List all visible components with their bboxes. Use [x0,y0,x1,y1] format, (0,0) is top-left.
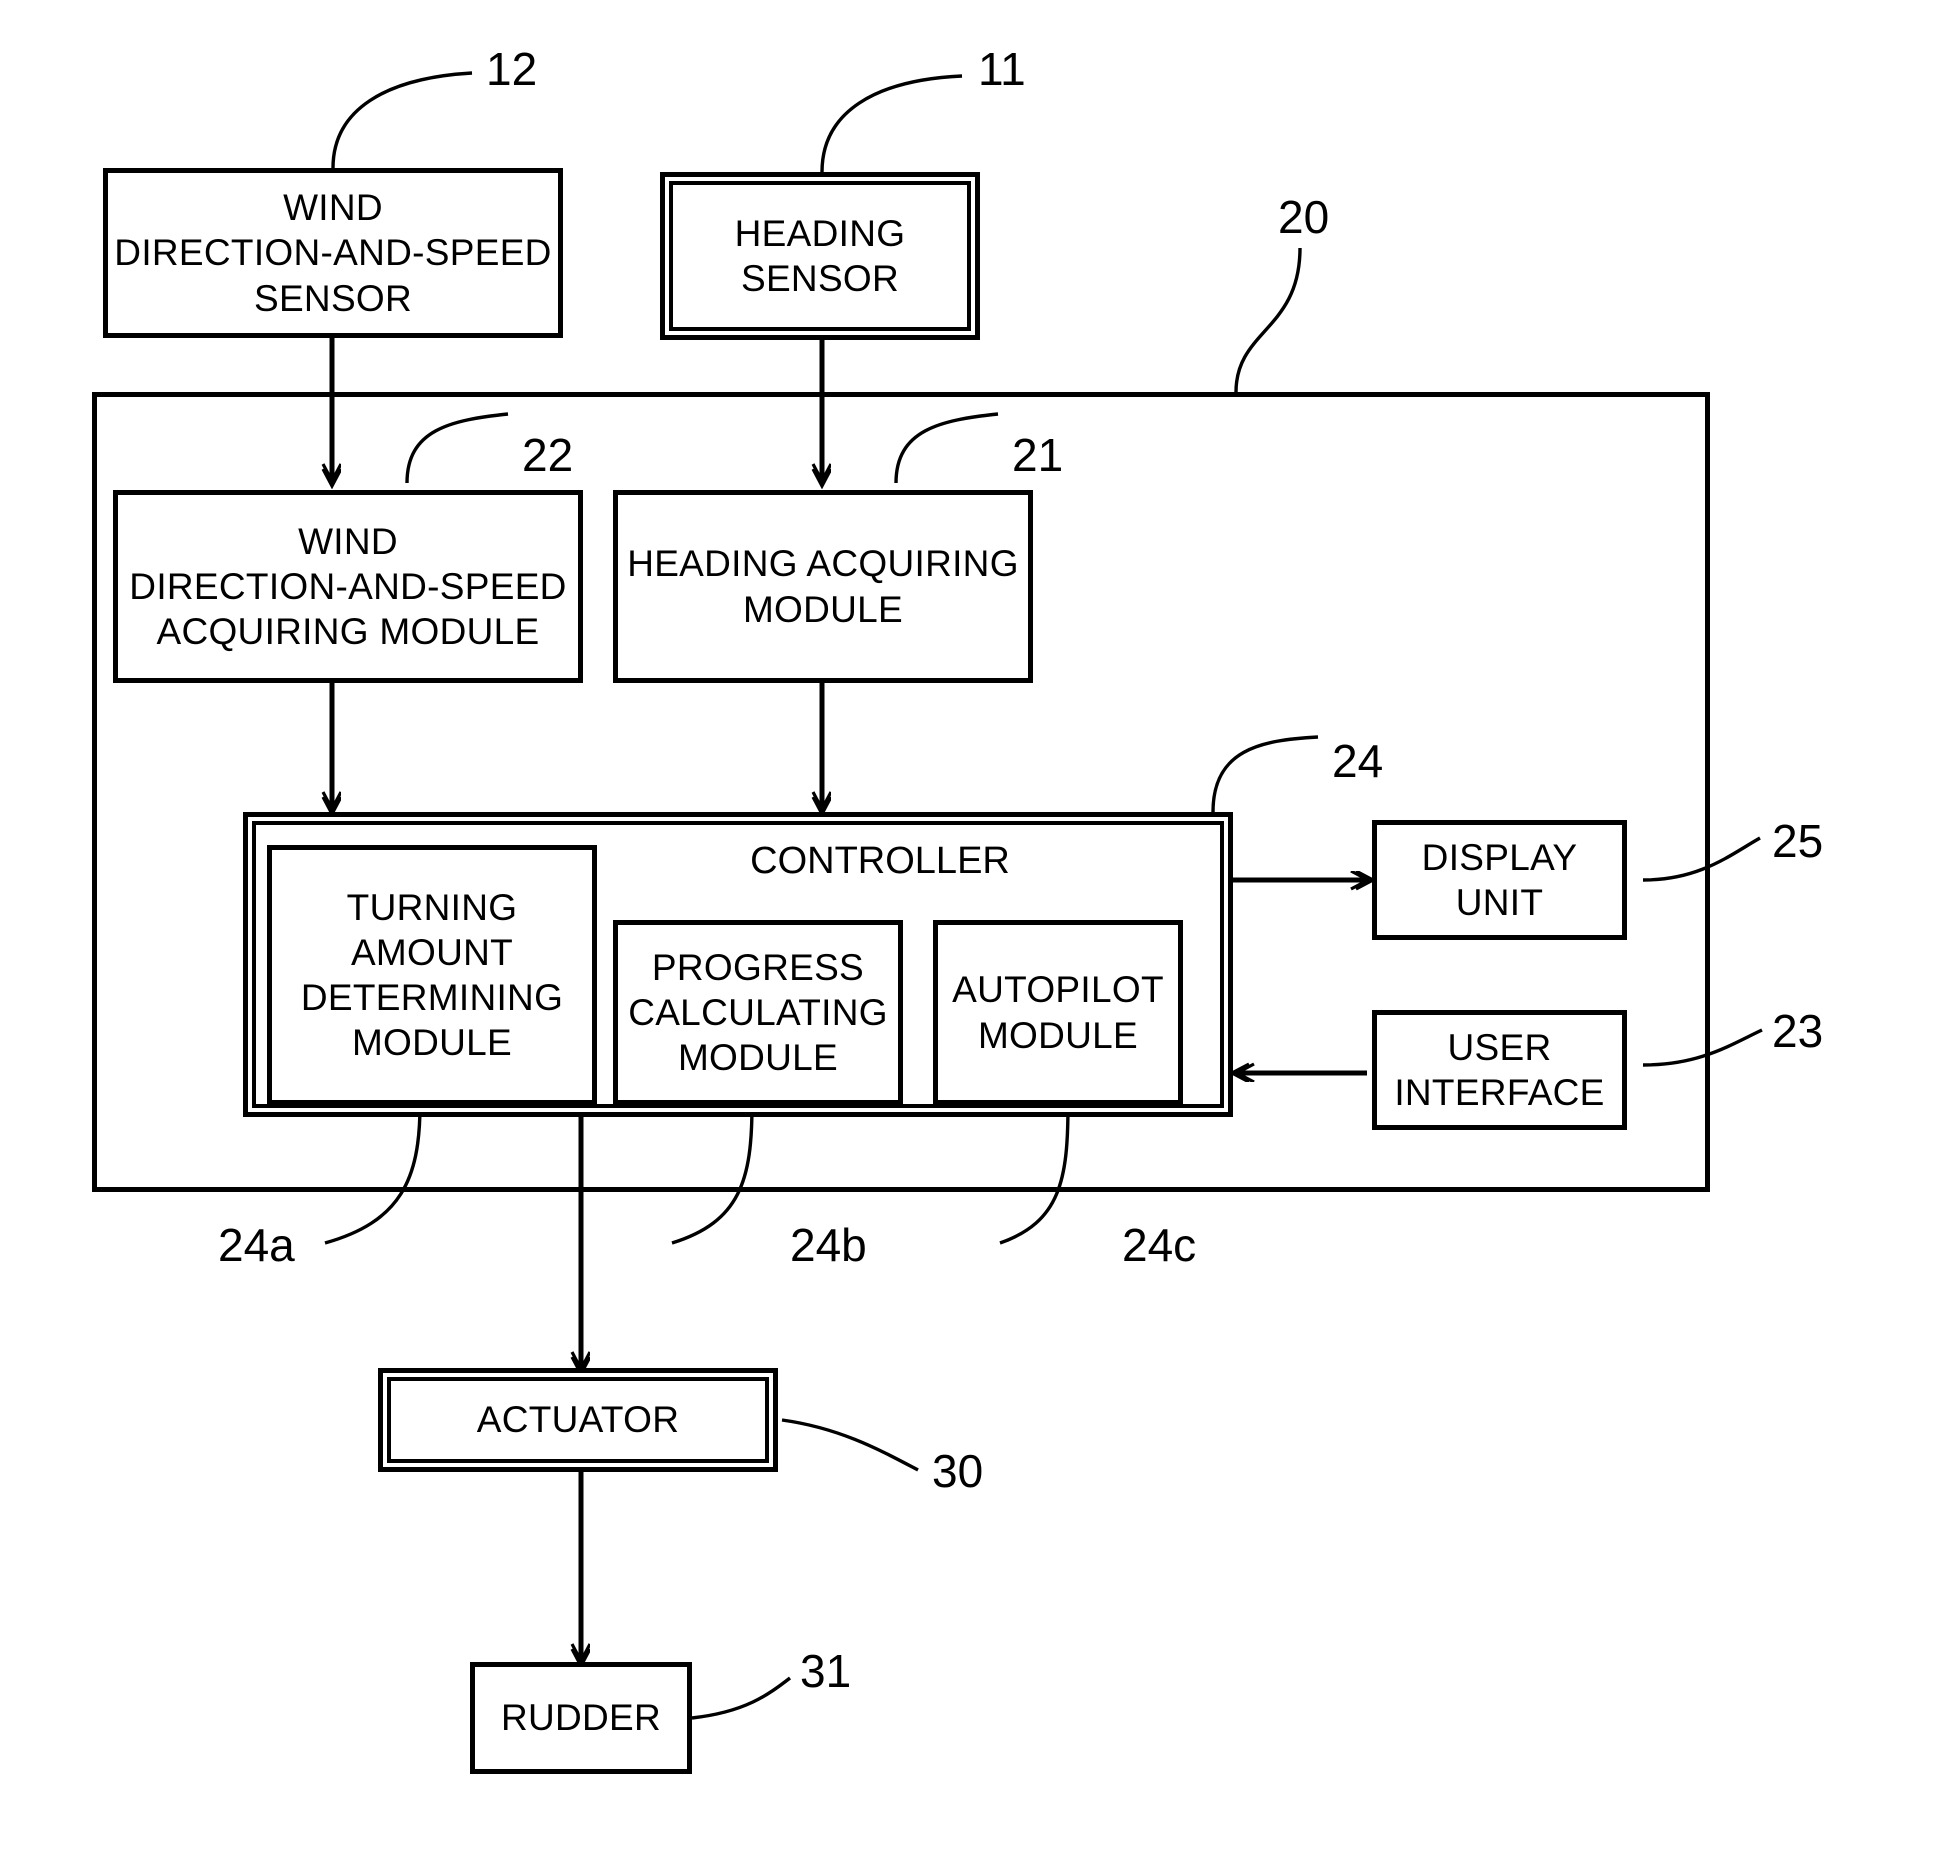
block-autopilot-module: AUTOPILOT MODULE [933,920,1183,1105]
user-interface-label: USER INTERFACE [1394,1026,1605,1113]
block-display-unit: DISPLAY UNIT [1372,820,1627,940]
turning-amount-module-label: TURNING AMOUNT DETERMINING MODULE [300,886,564,1064]
block-heading-sensor: HEADING SENSOR [660,172,980,340]
patent-figure: WIND DIRECTION-AND-SPEED SENSOR HEADING SEN… [0,0,1948,1851]
block-wind-direction-and-speed-acquiring-module: WIND DIRECTION-AND-SPEED ACQUIRING MODULE [113,490,583,683]
ref-numeral-20: 20 [1278,191,1330,243]
rudder-label: RUDDER [500,1697,662,1739]
ref-numeral-11: 11 [978,43,1026,95]
heading-acquiring-module-label: HEADING ACQUIRING MODULE [627,543,1019,630]
ref-numeral-25: 25 [1772,815,1824,867]
block-user-interface: USER INTERFACE [1372,1010,1627,1130]
ref-numeral-21: 21 [1012,429,1064,481]
ref-numeral-24b: 24b [790,1219,867,1271]
ref-numeral-24c: 24c [1122,1219,1197,1271]
block-wind-direction-and-speed-sensor: WIND DIRECTION-AND-SPEED SENSOR [103,168,563,338]
ref-numeral-24: 24 [1332,735,1384,787]
ref-numeral-23: 23 [1772,1005,1824,1057]
wind-acquiring-module-label: WIND DIRECTION-AND-SPEED ACQUIRING MODULE [129,520,567,653]
ref-numeral-31: 31 [800,1645,852,1697]
ref-numeral-22: 22 [522,429,574,481]
ref-numeral-30: 30 [932,1445,984,1497]
block-rudder: RUDDER [470,1662,692,1774]
ref-numeral-12: 12 [486,43,538,95]
display-unit-label: DISPLAY UNIT [1421,836,1578,923]
actuator-label: ACTUATOR [476,1399,680,1441]
heading-sensor-label: HEADING SENSOR [734,212,906,299]
wind-sensor-label: WIND DIRECTION-AND-SPEED SENSOR [114,187,552,319]
progress-calculating-module-label: PROGRESS CALCULATING MODULE [628,946,888,1079]
block-progress-calculating-module: PROGRESS CALCULATING MODULE [613,920,903,1105]
block-actuator: ACTUATOR [378,1368,778,1472]
controller-title: CONTROLLER [750,840,1010,882]
autopilot-module-label: AUTOPILOT MODULE [952,969,1164,1056]
block-heading-acquiring-module: HEADING ACQUIRING MODULE [613,490,1033,683]
ref-numeral-24a: 24a [218,1219,295,1271]
block-turning-amount-determining-module: TURNING AMOUNT DETERMINING MODULE [267,845,597,1105]
